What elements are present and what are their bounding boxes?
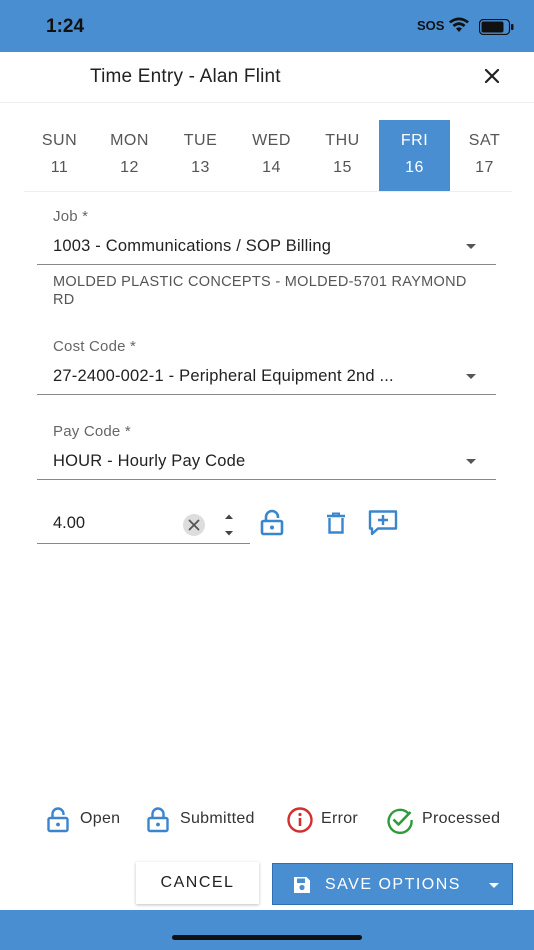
unlock-icon bbox=[47, 807, 69, 833]
hours-field bbox=[37, 507, 250, 544]
dialog-header: Time Entry - Alan Flint bbox=[0, 52, 534, 103]
job-address: MOLDED PLASTIC CONCEPTS - MOLDED-5701 RA… bbox=[53, 274, 467, 308]
unlock-icon[interactable] bbox=[259, 509, 285, 537]
bottom-bar bbox=[0, 910, 534, 950]
pay-code-select[interactable]: HOUR - Hourly Pay Code bbox=[37, 449, 496, 480]
day-name: WED bbox=[252, 132, 291, 149]
legend-processed-label: Processed bbox=[422, 810, 501, 827]
day-date: 11 bbox=[50, 159, 69, 176]
day-name: SUN bbox=[41, 132, 78, 149]
hours-input[interactable] bbox=[53, 514, 163, 533]
add-comment-icon[interactable] bbox=[368, 509, 398, 537]
wifi-icon bbox=[449, 17, 469, 32]
status-sos: SOS bbox=[417, 18, 445, 33]
clear-icon[interactable] bbox=[183, 514, 205, 536]
dropdown-arrow-icon[interactable] bbox=[489, 883, 499, 888]
cancel-button[interactable]: CANCEL bbox=[136, 862, 259, 904]
day-selector: SUN 11 MON 12 TUE 13 WED 14 THU 15 FRI 1… bbox=[24, 120, 512, 192]
error-icon bbox=[287, 807, 313, 833]
day-date: 15 bbox=[333, 159, 352, 176]
cost-code-value: 27-2400-002-1 - Peripheral Equipment 2nd… bbox=[53, 367, 394, 385]
day-mon[interactable]: MON 12 bbox=[94, 120, 165, 191]
day-sat[interactable]: SAT 17 bbox=[449, 120, 520, 191]
save-icon bbox=[294, 877, 310, 893]
day-name: MON bbox=[110, 132, 149, 149]
day-thu[interactable]: THU 15 bbox=[307, 120, 378, 191]
check-circle-icon bbox=[387, 808, 413, 834]
legend-open-label: Open bbox=[80, 810, 121, 827]
day-date: 16 bbox=[405, 159, 424, 176]
job-label: Job * bbox=[53, 208, 89, 225]
day-sun[interactable]: SUN 11 bbox=[24, 120, 95, 191]
status-bar: 1:24 SOS bbox=[0, 0, 534, 52]
day-name: SAT bbox=[468, 132, 501, 149]
day-wed[interactable]: WED 14 bbox=[236, 120, 307, 191]
day-date: 14 bbox=[262, 159, 281, 176]
legend-submitted-label: Submitted bbox=[180, 810, 255, 827]
stepper-icon[interactable] bbox=[223, 511, 235, 539]
cost-code-select[interactable]: 27-2400-002-1 - Peripheral Equipment 2nd… bbox=[37, 364, 496, 395]
close-icon[interactable] bbox=[480, 64, 504, 88]
status-time: 1:24 bbox=[46, 16, 85, 37]
dropdown-arrow-icon bbox=[466, 244, 476, 249]
trash-icon[interactable] bbox=[323, 510, 349, 536]
dropdown-arrow-icon bbox=[466, 374, 476, 379]
pay-code-label: Pay Code * bbox=[53, 423, 131, 440]
day-name: TUE bbox=[183, 132, 218, 149]
day-name: FRI bbox=[400, 132, 429, 149]
day-fri[interactable]: FRI 16 bbox=[379, 120, 450, 191]
legend-error-label: Error bbox=[321, 810, 359, 827]
day-date: 12 bbox=[120, 159, 139, 176]
pay-code-value: HOUR - Hourly Pay Code bbox=[53, 452, 246, 470]
day-date: 13 bbox=[191, 159, 210, 176]
battery-icon bbox=[479, 19, 514, 35]
cost-code-label: Cost Code * bbox=[53, 338, 137, 355]
lock-icon bbox=[147, 807, 169, 833]
dropdown-arrow-icon bbox=[466, 459, 476, 464]
day-name: THU bbox=[325, 132, 360, 149]
page-title: Time Entry - Alan Flint bbox=[90, 66, 281, 87]
home-indicator[interactable] bbox=[172, 935, 362, 940]
day-tue[interactable]: TUE 13 bbox=[165, 120, 236, 191]
save-options-label: SAVE OPTIONS bbox=[325, 876, 461, 893]
job-select[interactable]: 1003 - Communications / SOP Billing bbox=[37, 234, 496, 265]
save-options-button[interactable]: SAVE OPTIONS bbox=[272, 863, 513, 905]
day-date: 17 bbox=[475, 159, 494, 176]
job-value: 1003 - Communications / SOP Billing bbox=[53, 237, 332, 255]
